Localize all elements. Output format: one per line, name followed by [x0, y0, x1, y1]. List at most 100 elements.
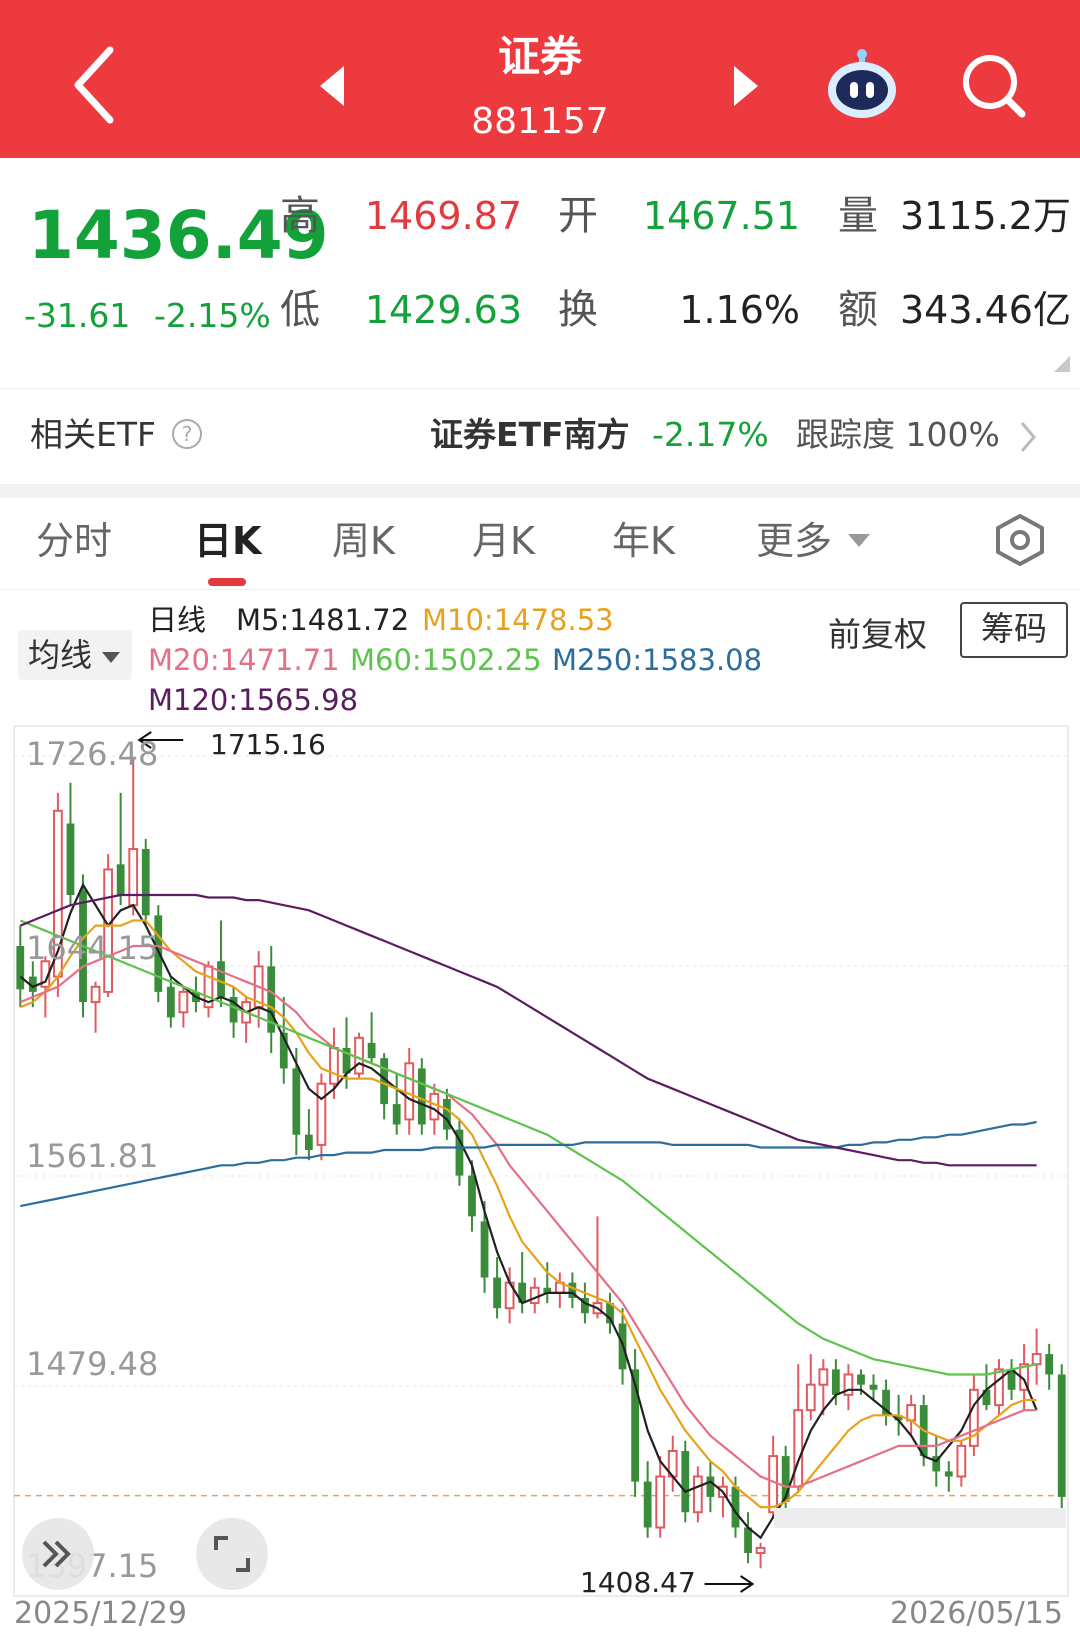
ma5-value: M5:1481.72: [236, 603, 410, 637]
back-arrow-icon[interactable]: [60, 40, 130, 130]
chart-frame: [13, 725, 1069, 1597]
fullscreen-icon: [214, 1536, 250, 1572]
tab-monthly-k[interactable]: 月K: [472, 518, 535, 564]
candle-body-up: [805, 1383, 816, 1412]
tab-daily-k[interactable]: 日K: [194, 518, 261, 564]
related-etf-row[interactable]: 相关ETF ? 证券ETF南方 -2.17% 跟踪度 100%: [0, 388, 1080, 484]
candle-body-down: [706, 1476, 715, 1497]
tab-more[interactable]: 更多: [756, 518, 832, 564]
high-value: 1469.87: [364, 194, 522, 238]
ma-line-m250: [20, 1120, 1037, 1208]
candle-body-up: [667, 1449, 678, 1478]
candle-body-down: [116, 864, 125, 895]
candle-body-up: [793, 1409, 804, 1488]
fullscreen-button[interactable]: [196, 1518, 268, 1590]
candle-body-up: [329, 1046, 339, 1085]
candle-body-up: [906, 1404, 917, 1422]
candle-body-up: [404, 1062, 415, 1121]
candle-body-down: [882, 1389, 890, 1416]
min-arrow-head: [740, 1575, 755, 1593]
caret-down-icon: [102, 652, 120, 663]
amount-label: 额: [838, 287, 878, 333]
candle-body-up: [818, 1368, 829, 1386]
candle-body-down: [141, 849, 150, 916]
price-change-pct: -2.15%: [154, 296, 271, 335]
candle-body-down: [367, 1042, 376, 1059]
candle-body-up: [128, 848, 139, 907]
period-tabs: 分时 日K 周K 月K 年K 更多: [0, 498, 1080, 590]
candle-body-up: [429, 1092, 440, 1121]
quote-panel: 1436.49 -31.61 -2.15% 高 1469.87 低 1429.6…: [0, 158, 1080, 388]
candle-body-down: [1057, 1374, 1066, 1497]
help-icon[interactable]: ?: [172, 419, 202, 449]
robot-assistant-icon[interactable]: [824, 46, 900, 122]
candle-body-up: [1031, 1353, 1042, 1366]
tab-yearly-k[interactable]: 年K: [612, 518, 675, 564]
adjust-mode-button[interactable]: 前复权: [828, 612, 927, 658]
section-divider: [0, 484, 1080, 498]
candle-body-up: [1019, 1363, 1029, 1391]
candle-body-down: [869, 1384, 878, 1390]
amount-value: 343.46亿: [900, 288, 1071, 332]
candle-body-down: [631, 1369, 639, 1482]
candle-body-up: [956, 1444, 967, 1478]
search-icon[interactable]: [960, 52, 1030, 122]
candle-body-up: [768, 1455, 779, 1514]
chevron-right-icon[interactable]: [1018, 419, 1038, 455]
candle-body-up: [718, 1485, 728, 1498]
candle-body-up: [755, 1546, 766, 1555]
volume-value: 3115.2万: [900, 194, 1071, 238]
candle-body-down: [16, 945, 25, 990]
etf-name: 证券ETF南方: [430, 415, 630, 454]
max-price-annotation: 1715.16: [210, 728, 326, 761]
double-chevron-icon: [42, 1540, 71, 1568]
candle-body-down: [744, 1527, 752, 1554]
candle-body-down: [932, 1456, 941, 1472]
tab-intraday[interactable]: 分时: [36, 518, 112, 564]
turnover-value: 1.16%: [679, 288, 800, 332]
caret-down-icon[interactable]: [848, 534, 870, 547]
next-stock-icon[interactable]: [730, 64, 760, 108]
candle-body-down: [304, 1134, 313, 1151]
y-tick-label: 1644.15: [26, 929, 159, 967]
header-bar: 证券 881157: [0, 0, 1080, 158]
candle-body-down: [229, 996, 238, 1023]
candle-body-down: [1045, 1354, 1054, 1375]
candle-body-up: [354, 1036, 364, 1075]
candle-body-up: [554, 1281, 565, 1294]
ma-line-m120: [19, 893, 1037, 1167]
candle-body-down: [217, 961, 225, 997]
chips-button[interactable]: 筹码: [960, 602, 1068, 658]
candle-body-down: [493, 1277, 501, 1309]
ma10-value: M10:1478.53: [422, 603, 614, 637]
ma250-value: M250:1583.08: [552, 643, 763, 677]
x-tick-label: 2025/12/29: [14, 1596, 187, 1631]
candle-body-down: [543, 1287, 552, 1293]
prev-stock-icon[interactable]: [318, 64, 348, 108]
candle-body-up: [90, 985, 101, 1004]
expand-corner-icon[interactable]: [1054, 356, 1070, 372]
candle-body-up: [655, 1475, 666, 1529]
candle-body-down: [618, 1323, 627, 1370]
y-tick-label: 1726.48: [26, 735, 159, 773]
candle-body-up: [241, 1001, 252, 1024]
tab-weekly-k[interactable]: 周K: [332, 518, 395, 564]
candle-body-down: [1007, 1369, 1016, 1390]
ma-line-m10: [19, 919, 1037, 1509]
candle-body-down: [581, 1297, 589, 1314]
candle-body-down: [455, 1129, 464, 1176]
candle-body-down: [518, 1282, 527, 1304]
settings-hexagon-icon[interactable]: [994, 512, 1046, 568]
expand-panel-button[interactable]: [22, 1518, 94, 1590]
candle-body-up: [592, 1302, 603, 1315]
candle-body-down: [392, 1104, 401, 1125]
candle-body-up: [253, 965, 264, 1009]
stock-code: 881157: [471, 101, 609, 142]
x-tick-label: 2026/05/15: [890, 1596, 1063, 1631]
candle-body-down: [66, 823, 75, 895]
ma60-value: M60:1502.25: [350, 643, 542, 677]
candle-body-down: [380, 1058, 389, 1105]
candle-body-down: [342, 1047, 351, 1074]
y-tick-label: 1561.81: [26, 1137, 159, 1175]
candle-body-down: [643, 1481, 652, 1528]
